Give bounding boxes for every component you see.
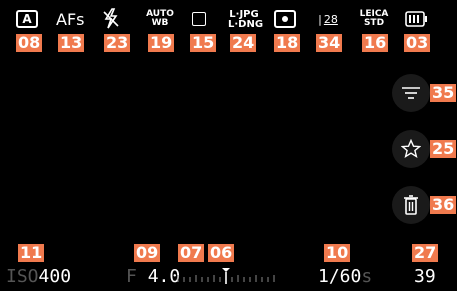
iso-label: ISO (6, 266, 39, 287)
iso-readout: ISO400 (6, 266, 71, 287)
exposure-mode-letter: A (22, 12, 32, 26)
badge-08: 08 (16, 33, 43, 52)
look-line2: STD (363, 18, 385, 28)
aperture-readout: F 4.0 (126, 266, 180, 287)
look-indicator: LEICA STD (358, 10, 390, 28)
af-mode-label: AFs (56, 10, 85, 29)
shutter-value: 1/60 (318, 266, 362, 287)
favorite-button[interactable] (392, 130, 430, 168)
badge-18: 18 (274, 33, 301, 52)
lens-indicator: | 28 (318, 12, 338, 26)
badge-07: 07 (178, 243, 205, 262)
menu-filter-icon (402, 87, 420, 99)
wb-line2: WB (151, 18, 169, 28)
badge-25: 25 (430, 139, 457, 158)
badge-19: 19 (148, 33, 175, 52)
badge-35: 35 (430, 83, 457, 102)
flash-off-icon (102, 8, 120, 30)
badge-09: 09 (134, 243, 161, 262)
format-line2: L·DNG (228, 19, 264, 30)
badge-15: 15 (190, 33, 217, 52)
badge-13: 13 (58, 33, 85, 52)
badge-36: 36 (430, 195, 457, 214)
exposure-mode-icon: A (16, 10, 38, 28)
trash-icon (404, 195, 418, 215)
white-balance-indicator: AUTO WB (146, 10, 174, 28)
star-icon (401, 139, 421, 158)
badge-27: 27 (412, 243, 439, 262)
badge-23: 23 (104, 33, 131, 52)
delete-button[interactable] (392, 186, 430, 224)
menu-button[interactable] (392, 74, 430, 112)
badge-06: 06 (208, 243, 235, 262)
shutter-unit: s (361, 266, 373, 287)
badge-24: 24 (230, 33, 257, 52)
lens-value: 28 (323, 12, 338, 26)
badge-10: 10 (324, 243, 351, 262)
battery-icon (405, 11, 429, 27)
badge-16: 16 (362, 33, 389, 52)
single-shot-icon (192, 12, 206, 26)
badge-11: 11 (18, 243, 45, 262)
iso-value: 400 (38, 266, 72, 287)
shutter-readout: 1/60s (318, 266, 372, 287)
spot-metering-icon (274, 10, 296, 28)
aperture-label: F (126, 266, 137, 287)
badge-03: 03 (404, 33, 431, 52)
exposure-compensation-scale (176, 266, 276, 286)
shots-remaining: 39 (414, 266, 436, 287)
badge-34: 34 (316, 33, 343, 52)
file-format-indicator: L·JPG L·DNG (228, 10, 264, 30)
